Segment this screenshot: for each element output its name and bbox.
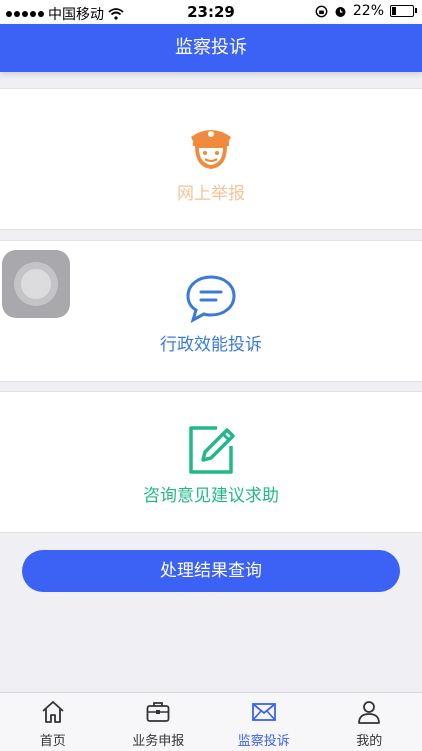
tab-supervision[interactable]: 监察投诉 (211, 693, 317, 751)
tab-supervision-label: 监察投诉 (211, 730, 317, 749)
battery-fill (392, 7, 396, 15)
home-icon (40, 699, 66, 725)
page-title: 监察投诉 (175, 37, 247, 58)
police-officer-icon (183, 119, 239, 175)
report-online-card[interactable]: 网上举报 (0, 88, 422, 230)
battery-icon (390, 5, 414, 17)
user-icon (356, 699, 382, 725)
briefcase-icon (145, 699, 171, 725)
tab-mine-label: 我的 (317, 730, 422, 749)
efficiency-complaint-label: 行政效能投诉 (0, 330, 422, 355)
result-query-button[interactable]: 处理结果查询 (22, 550, 400, 592)
tab-home-label: 首页 (0, 730, 106, 749)
tab-business[interactable]: 业务申报 (106, 693, 212, 751)
edit-note-icon (183, 422, 239, 478)
orientation-lock-icon (315, 5, 328, 18)
report-online-label: 网上举报 (0, 179, 422, 204)
assistive-touch-core (21, 269, 51, 299)
tab-home[interactable]: 首页 (0, 693, 106, 751)
tab-bar: 首页 业务申报 监察投诉 我的 (0, 692, 422, 751)
consult-suggest-label: 咨询意见建议求助 (0, 481, 422, 506)
status-bar: 中国移动 23:29 22% (0, 0, 422, 24)
assistive-touch-button[interactable] (2, 250, 70, 318)
consult-suggest-card[interactable]: 咨询意见建议求助 (0, 391, 422, 533)
status-right: 22% (315, 3, 414, 19)
tab-business-label: 业务申报 (106, 730, 212, 749)
chat-bubble-icon (183, 271, 239, 327)
tab-mine[interactable]: 我的 (317, 693, 422, 751)
battery-percent: 22% (353, 3, 384, 19)
nav-header: 监察投诉 (0, 24, 422, 72)
mail-icon (251, 699, 277, 725)
alarm-icon (334, 5, 347, 18)
